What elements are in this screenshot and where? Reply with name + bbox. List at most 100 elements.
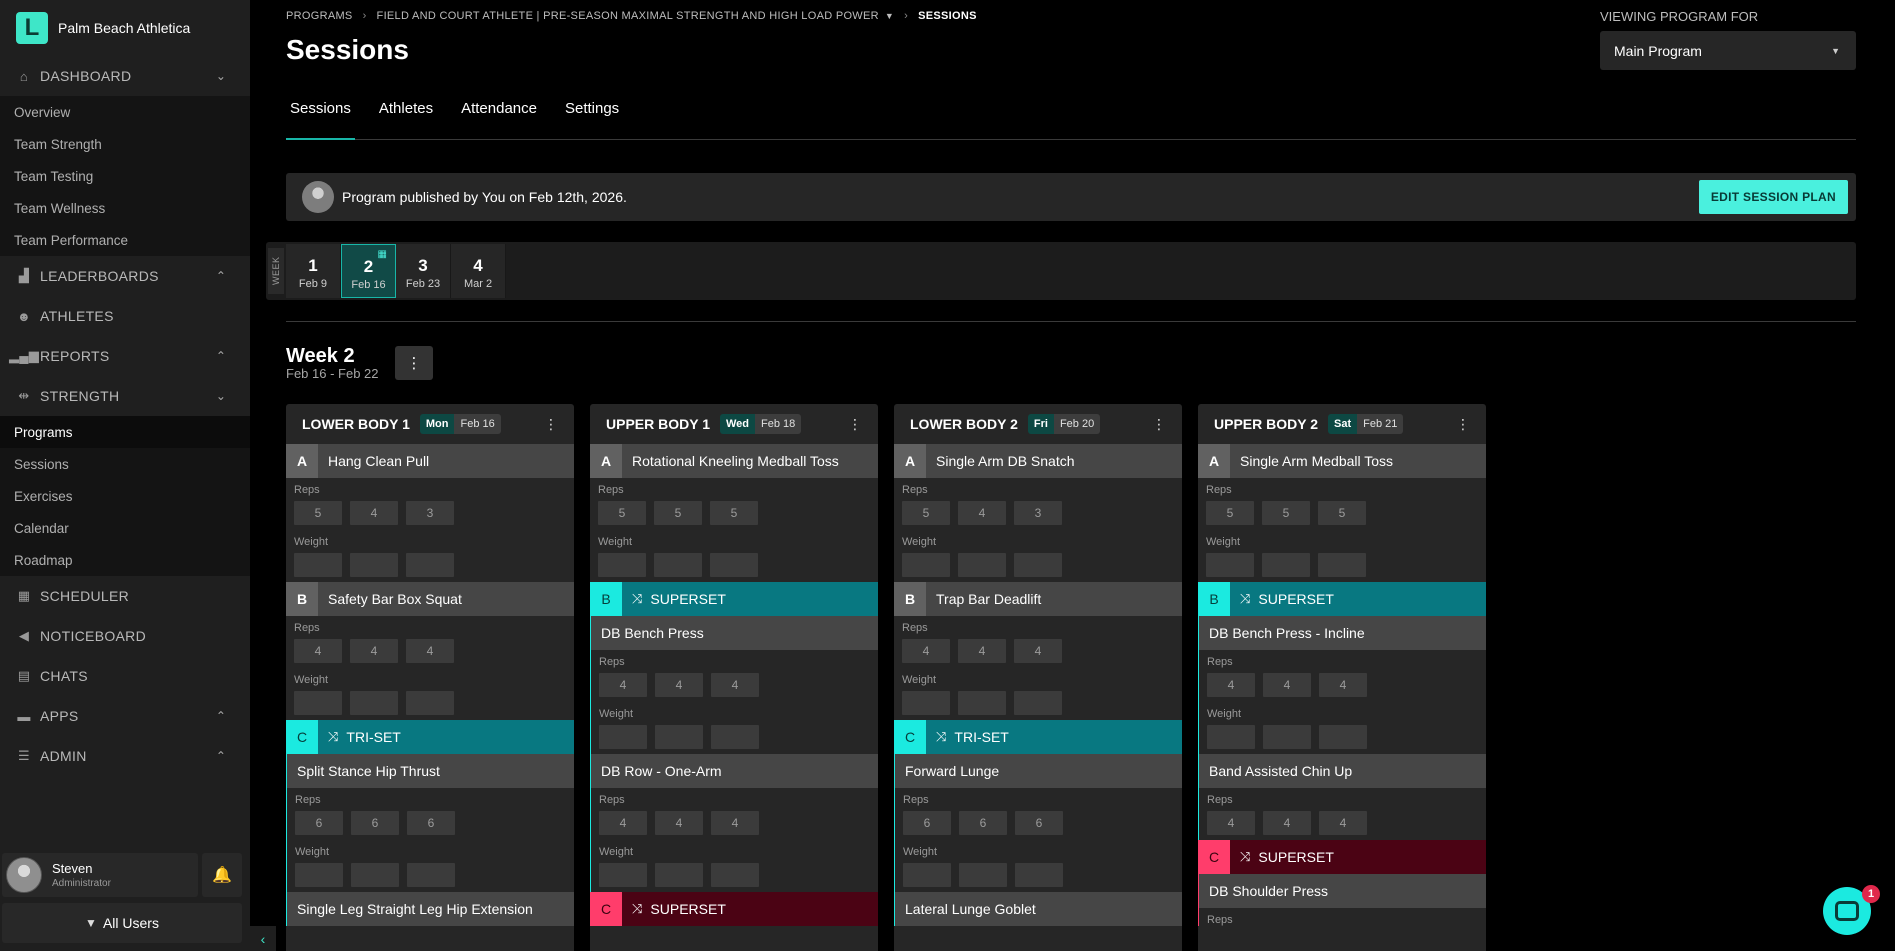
reps-input[interactable]: 3	[406, 501, 454, 525]
weight-input[interactable]	[902, 691, 950, 715]
reps-input[interactable]: 4	[1263, 811, 1311, 835]
reps-input[interactable]: 4	[958, 501, 1006, 525]
reps-input[interactable]: 4	[406, 639, 454, 663]
reps-input[interactable]: 5	[1262, 501, 1310, 525]
reps-input[interactable]: 6	[407, 811, 455, 835]
reps-input[interactable]: 6	[1015, 811, 1063, 835]
weight-input[interactable]	[959, 863, 1007, 887]
triset-header[interactable]: C ⤨ TRI-SET	[894, 720, 1182, 754]
nav-reports[interactable]: ▂▄▆ REPORTS ⌃	[0, 336, 250, 376]
nav-team-performance[interactable]: Team Performance	[0, 224, 250, 256]
weight-input[interactable]	[599, 863, 647, 887]
nav-admin[interactable]: ☰ ADMIN ⌃	[0, 736, 250, 776]
breadcrumb-program[interactable]: FIELD AND COURT ATHLETE | PRE-SEASON MAX…	[377, 10, 879, 22]
weight-input[interactable]	[598, 553, 646, 577]
collapse-sidebar-button[interactable]: ‹	[250, 926, 276, 951]
session-header[interactable]: UPPER BODY 2 Sat Feb 21 ⋮	[1198, 404, 1486, 444]
exercise-header[interactable]: Lateral Lunge Goblet	[895, 892, 1182, 926]
weight-input[interactable]	[599, 725, 647, 749]
weight-input[interactable]	[350, 553, 398, 577]
week-button-4[interactable]: 4 Mar 2	[451, 244, 506, 298]
superset-header[interactable]: B ⤨ SUPERSET	[590, 582, 878, 616]
exercise-header[interactable]: DB Bench Press	[591, 616, 878, 650]
nav-overview[interactable]: Overview	[0, 96, 250, 128]
session-header[interactable]: LOWER BODY 2 Fri Feb 20 ⋮	[894, 404, 1182, 444]
nav-calendar[interactable]: Calendar	[0, 512, 250, 544]
nav-scheduler[interactable]: ▦ SCHEDULER	[0, 576, 250, 616]
edit-session-plan-button[interactable]: EDIT SESSION PLAN	[1698, 180, 1848, 214]
reps-input[interactable]: 4	[1207, 811, 1255, 835]
weight-input[interactable]	[1014, 553, 1062, 577]
weight-input[interactable]	[406, 553, 454, 577]
nav-team-wellness[interactable]: Team Wellness	[0, 192, 250, 224]
reps-input[interactable]: 4	[599, 673, 647, 697]
reps-input[interactable]: 5	[654, 501, 702, 525]
reps-input[interactable]: 4	[599, 811, 647, 835]
exercise-header[interactable]: DB Shoulder Press	[1199, 874, 1486, 908]
reps-input[interactable]: 4	[350, 501, 398, 525]
exercise-header[interactable]: Split Stance Hip Thrust	[287, 754, 574, 788]
nav-roadmap[interactable]: Roadmap	[0, 544, 250, 576]
weight-input[interactable]	[958, 553, 1006, 577]
nav-sessions[interactable]: Sessions	[0, 448, 250, 480]
weight-input[interactable]	[711, 725, 759, 749]
kebab-icon[interactable]: ⋮	[1152, 416, 1166, 433]
exercise-header[interactable]: Forward Lunge	[895, 754, 1182, 788]
weight-input[interactable]	[1319, 725, 1367, 749]
superset-header[interactable]: C ⤨ SUPERSET	[590, 892, 878, 926]
nav-team-testing[interactable]: Team Testing	[0, 160, 250, 192]
superset-header[interactable]: B ⤨ SUPERSET	[1198, 582, 1486, 616]
reps-input[interactable]: 4	[711, 673, 759, 697]
nav-apps[interactable]: ▬ APPS ⌃	[0, 696, 250, 736]
reps-input[interactable]: 4	[1319, 673, 1367, 697]
kebab-icon[interactable]: ⋮	[1456, 416, 1470, 433]
session-header[interactable]: LOWER BODY 1 Mon Feb 16 ⋮	[286, 404, 574, 444]
reps-input[interactable]: 5	[902, 501, 950, 525]
exercise-header[interactable]: B Safety Bar Box Squat	[286, 582, 574, 616]
program-select[interactable]: Main Program ▼	[1600, 31, 1856, 70]
weight-input[interactable]	[294, 691, 342, 715]
week-menu-button[interactable]: ⋮	[395, 346, 433, 380]
nav-athletes[interactable]: ☻ ATHLETES	[0, 296, 250, 336]
weight-input[interactable]	[902, 553, 950, 577]
week-button-1[interactable]: 1 Feb 9	[286, 244, 341, 298]
nav-dashboard[interactable]: ⌂ DASHBOARD ⌄	[0, 56, 250, 96]
exercise-header[interactable]: A Single Arm Medball Toss	[1198, 444, 1486, 478]
reps-input[interactable]: 6	[959, 811, 1007, 835]
weight-input[interactable]	[655, 725, 703, 749]
session-header[interactable]: UPPER BODY 1 Wed Feb 18 ⋮	[590, 404, 878, 444]
weight-input[interactable]	[295, 863, 343, 887]
weight-input[interactable]	[350, 691, 398, 715]
kebab-icon[interactable]: ⋮	[544, 416, 558, 433]
reps-input[interactable]: 6	[351, 811, 399, 835]
reps-input[interactable]: 4	[902, 639, 950, 663]
exercise-header[interactable]: A Single Arm DB Snatch	[894, 444, 1182, 478]
reps-input[interactable]: 5	[1318, 501, 1366, 525]
weight-input[interactable]	[406, 691, 454, 715]
reps-input[interactable]: 5	[710, 501, 758, 525]
weight-input[interactable]	[903, 863, 951, 887]
weight-input[interactable]	[351, 863, 399, 887]
weight-input[interactable]	[654, 553, 702, 577]
exercise-header[interactable]: DB Bench Press - Incline	[1199, 616, 1486, 650]
caret-down-icon[interactable]: ▼	[885, 11, 894, 21]
reps-input[interactable]: 5	[1206, 501, 1254, 525]
reps-input[interactable]: 5	[294, 501, 342, 525]
tab-athletes[interactable]: Athletes	[375, 92, 437, 140]
exercise-header[interactable]: A Hang Clean Pull	[286, 444, 574, 478]
reps-input[interactable]: 4	[1319, 811, 1367, 835]
reps-input[interactable]: 5	[598, 501, 646, 525]
tab-settings[interactable]: Settings	[561, 92, 623, 140]
weight-input[interactable]	[655, 863, 703, 887]
superset-header[interactable]: C ⤨ SUPERSET	[1198, 840, 1486, 874]
kebab-icon[interactable]: ⋮	[848, 416, 862, 433]
weight-input[interactable]	[1318, 553, 1366, 577]
nav-leaderboards[interactable]: ▟ LEADERBOARDS ⌃	[0, 256, 250, 296]
nav-chats[interactable]: ▤ CHATS	[0, 656, 250, 696]
reps-input[interactable]: 4	[294, 639, 342, 663]
brand[interactable]: L Palm Beach Athletica	[0, 0, 250, 56]
reps-input[interactable]: 4	[711, 811, 759, 835]
weight-input[interactable]	[958, 691, 1006, 715]
nav-noticeboard[interactable]: ◀ NOTICEBOARD	[0, 616, 250, 656]
weight-input[interactable]	[711, 863, 759, 887]
